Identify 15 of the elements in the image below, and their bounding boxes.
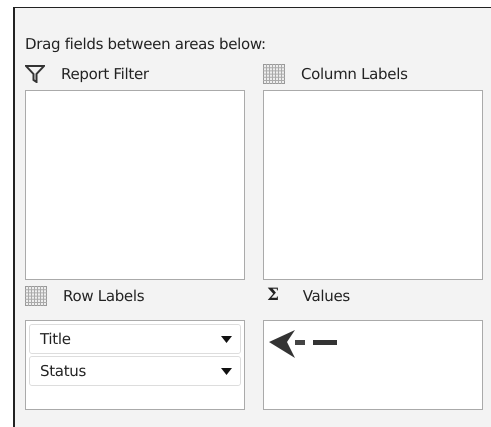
caret-icon	[221, 336, 232, 342]
instruction-text: Drag fields between areas below:	[25, 34, 267, 54]
caret-icon	[221, 368, 232, 374]
field-item[interactable]: Title	[29, 324, 241, 354]
filter-icon	[25, 65, 45, 83]
drop-area[interactable]	[263, 320, 483, 410]
grid-icon	[25, 286, 47, 306]
grid-icon	[263, 64, 285, 84]
field-item[interactable]: Status	[29, 356, 241, 386]
sigma-icon: Σ	[267, 283, 279, 309]
area-label: Column Labels	[301, 64, 408, 85]
drop-area[interactable]: Title Status	[25, 320, 245, 410]
area-label: Report Filter	[61, 64, 149, 85]
area-label: Values	[302, 286, 350, 307]
area-label: Row Labels	[63, 286, 144, 307]
